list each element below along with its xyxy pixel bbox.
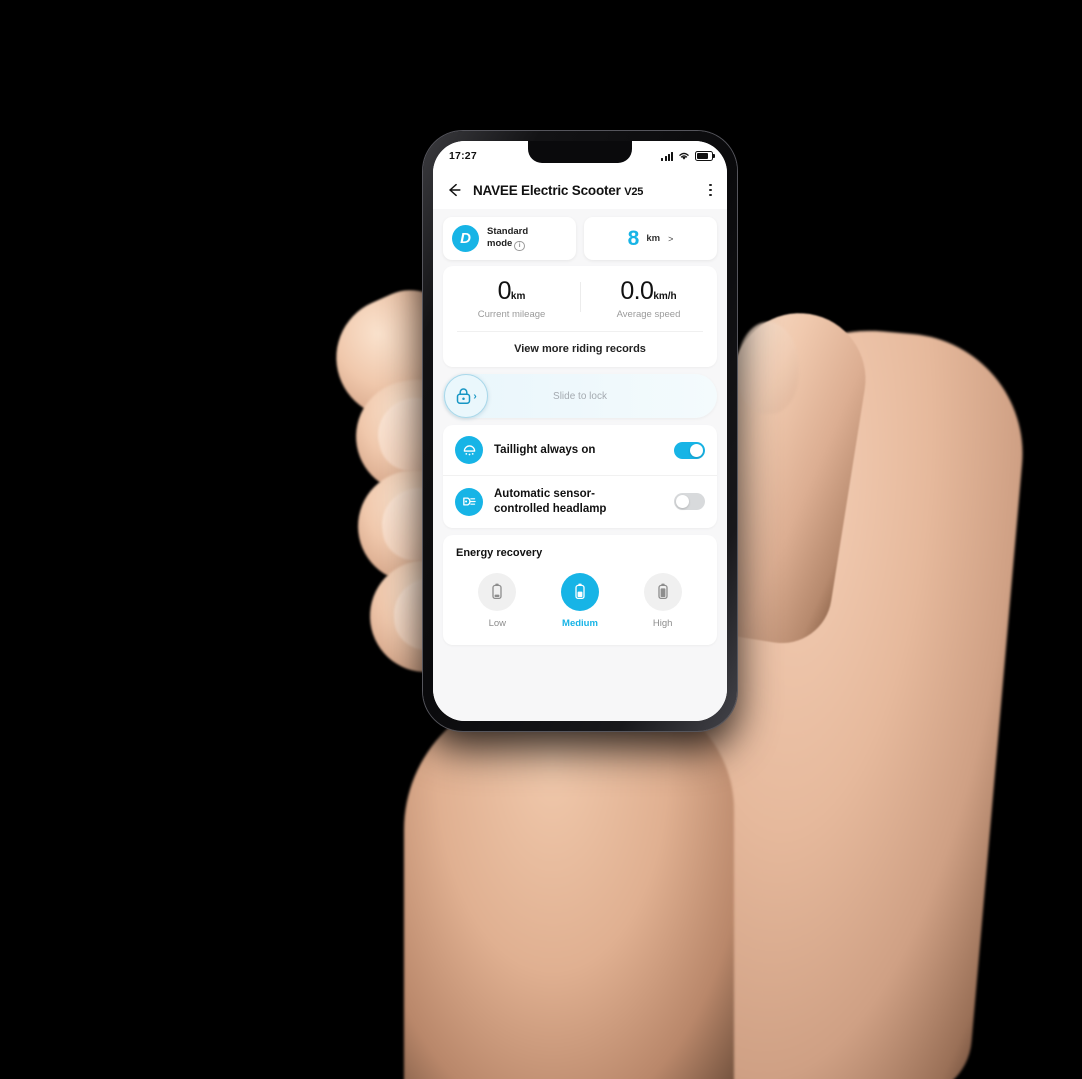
wifi-icon [679, 152, 689, 160]
energy-option-high[interactable]: High [630, 572, 696, 629]
drive-mode-line1: Standard [487, 225, 529, 237]
device-model: V25 [624, 185, 644, 198]
headlamp-label: Automatic sensor- controlled headlamp [494, 487, 663, 517]
page-title: NAVEE Electric Scooter V25 [473, 183, 696, 198]
current-mileage-unit: km [510, 291, 526, 302]
drive-mode-label: Standard mode i [487, 225, 529, 252]
back-arrow-icon[interactable] [445, 181, 463, 199]
range-card[interactable]: 8 km > [584, 217, 717, 260]
energy-option-medium[interactable]: Medium [547, 572, 613, 629]
ride-stats-card: 0km Current mileage 0.0km/h Average spee… [443, 266, 717, 367]
display-notch [528, 141, 632, 163]
energy-recovery-section: Energy recovery Low Medium High [443, 535, 717, 645]
headlamp-label-line2: controlled headlamp [494, 502, 607, 515]
current-mileage-value: 0 [497, 277, 512, 305]
headlamp-row[interactable]: Automatic sensor- controlled headlamp [443, 475, 717, 528]
average-speed-label: Average speed [616, 309, 681, 320]
phone-device: 17:27 NAVEE Electric Scooter V25 D Stand… [423, 131, 737, 731]
energy-option-high-label: High [652, 617, 673, 629]
taillight-toggle[interactable] [674, 441, 705, 459]
battery-high-icon [643, 572, 682, 611]
range-value: 8 [627, 227, 640, 250]
signal-bars-icon [661, 151, 673, 161]
status-time: 17:27 [449, 150, 477, 162]
stat-value: 0.0km/h [580, 279, 717, 304]
stat-value: 0km [443, 279, 580, 304]
energy-recovery-card: Energy recovery Low Medium High [443, 534, 717, 645]
battery-medium-icon [560, 572, 599, 611]
stat-average-speed: 0.0km/h Average speed [580, 279, 717, 320]
knuckles [404, 690, 734, 1079]
taillight-icon [455, 436, 483, 464]
taillight-row[interactable]: Taillight always on [443, 425, 717, 475]
taillight-label: Taillight always on [494, 443, 596, 456]
headlamp-toggle[interactable] [674, 493, 705, 511]
light-settings-card: Taillight always on Automatic sensor- co… [443, 425, 717, 528]
energy-option-medium-label: Medium [562, 617, 598, 629]
mode-range-row: D Standard mode i 8 km > [433, 209, 727, 266]
chevron-right-icon: > [668, 233, 674, 244]
energy-recovery-title: Energy recovery [456, 546, 543, 559]
slide-to-lock-control[interactable]: › Slide to lock [443, 374, 717, 418]
lock-icon [457, 388, 471, 404]
energy-option-low-label: Low [488, 617, 507, 629]
app-bar: NAVEE Electric Scooter V25 [433, 171, 727, 209]
main-content: D Standard mode i 8 km > 0km Current mil… [433, 209, 727, 721]
page-title-text: NAVEE Electric Scooter [473, 182, 621, 198]
drive-mode-badge: D [452, 225, 479, 252]
battery-low-icon [478, 572, 517, 611]
stat-current-mileage: 0km Current mileage [443, 279, 580, 321]
energy-recovery-options: Low Medium High [456, 572, 704, 629]
average-speed-unit: km/h [653, 291, 677, 302]
slide-chevron-icon: › [473, 390, 477, 402]
energy-option-low[interactable]: Low [464, 572, 530, 629]
range-unit: km [646, 233, 661, 244]
status-icons [661, 150, 715, 162]
drive-mode-line2: mode [487, 237, 513, 249]
ride-stats-row: 0km Current mileage 0.0km/h Average spee… [443, 266, 717, 331]
battery-full-icon [695, 150, 715, 162]
current-mileage-label: Current mileage [477, 309, 546, 320]
average-speed-value: 0.0 [620, 277, 654, 305]
drive-mode-card[interactable]: D Standard mode i [443, 217, 576, 260]
kebab-menu-icon[interactable] [706, 180, 715, 201]
slide-to-lock-knob[interactable]: › [444, 374, 488, 418]
info-circle-icon[interactable]: i [514, 240, 525, 252]
headlamp-sensor-icon [455, 487, 483, 516]
phone-screen: 17:27 NAVEE Electric Scooter V25 D Stand… [433, 141, 727, 721]
view-more-riding-records-button[interactable]: View more riding records [443, 332, 717, 367]
headlamp-label-line1: Automatic sensor- [494, 488, 595, 500]
thumbnail [737, 322, 799, 414]
